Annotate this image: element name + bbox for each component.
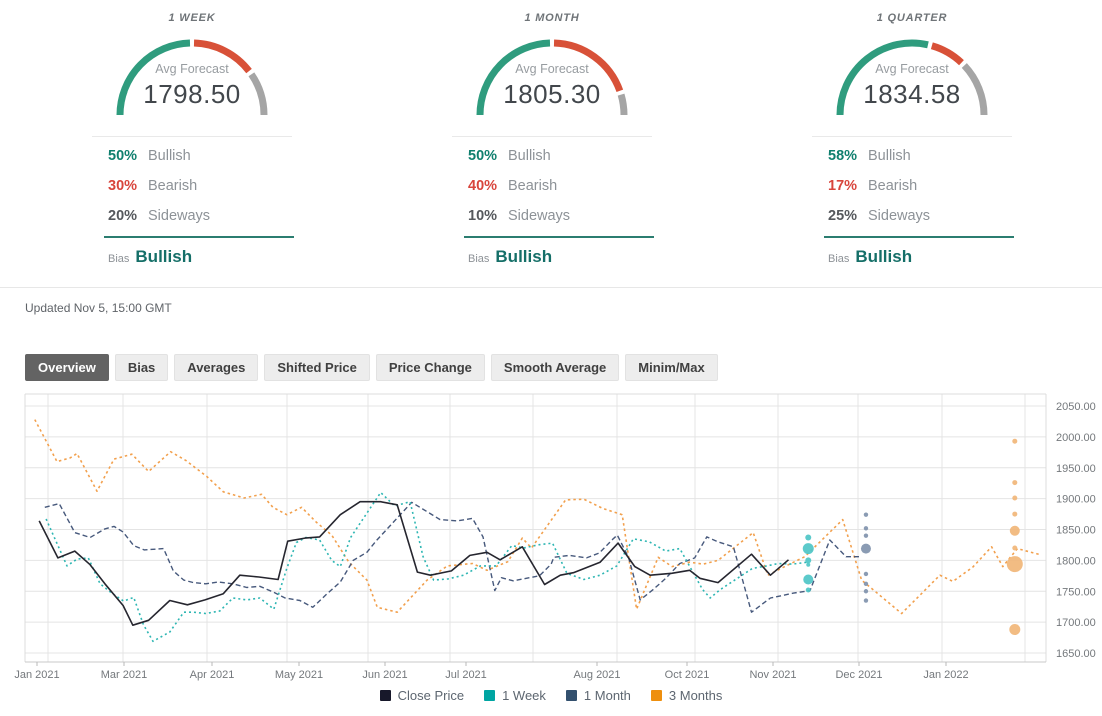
tab-overview[interactable]: Overview [25, 354, 109, 381]
panel-title: 1 MONTH [524, 12, 580, 24]
svg-text:1850.00: 1850.00 [1056, 525, 1096, 537]
avg-forecast-value: 1798.50 [143, 79, 241, 109]
divider [452, 136, 652, 137]
legend-swatch-icon [650, 690, 662, 701]
sideways-pct: 10% [468, 208, 498, 224]
bearish-pct: 40% [468, 178, 498, 194]
bias-row: Bias Bullish [468, 247, 552, 267]
forecast-panel-1week: 1 WEEK Avg Forecast 1798.50 50% Bullish 3… [12, 0, 372, 287]
svg-text:Mar 2021: Mar 2021 [101, 669, 147, 681]
avg-forecast-label: Avg Forecast [875, 62, 949, 76]
divider [0, 287, 1102, 288]
svg-text:Jul 2021: Jul 2021 [445, 669, 487, 681]
bullish-row: 50% Bullish [108, 146, 328, 166]
bullish-pct: 50% [108, 148, 138, 164]
panel-title: 1 QUARTER [876, 12, 948, 24]
svg-text:Jun 2021: Jun 2021 [362, 669, 407, 681]
bias-value: Bullish [855, 247, 913, 266]
tab-shifted-price[interactable]: Shifted Price [264, 354, 370, 381]
svg-text:Nov 2021: Nov 2021 [749, 669, 796, 681]
bias-row: Bias Bullish [828, 247, 912, 267]
svg-text:1950.00: 1950.00 [1056, 463, 1096, 475]
sideways-pct: 20% [108, 208, 138, 224]
svg-text:May 2021: May 2021 [275, 669, 323, 681]
teal-underline [824, 236, 1014, 238]
svg-text:Aug 2021: Aug 2021 [573, 669, 620, 681]
tab-smooth-average[interactable]: Smooth Average [490, 354, 620, 381]
legend-swatch-icon [484, 690, 496, 701]
sideways-row: 20% Sideways [108, 206, 328, 226]
svg-text:1900.00: 1900.00 [1056, 494, 1096, 506]
bearish-label: Bearish [148, 178, 198, 194]
tab-price-change[interactable]: Price Change [375, 354, 485, 381]
sideways-label: Sideways [508, 208, 571, 224]
avg-forecast-label: Avg Forecast [155, 62, 229, 76]
svg-text:Jan 2022: Jan 2022 [923, 669, 968, 681]
bias-label: Bias [108, 253, 130, 265]
legend-label: 1 Month [583, 688, 631, 703]
tab-bias[interactable]: Bias [114, 354, 169, 381]
legend-swatch-icon [565, 690, 577, 701]
forecast-poll-widget: 1 WEEK Avg Forecast 1798.50 50% Bullish 3… [0, 0, 1102, 716]
bullish-pct: 50% [468, 148, 498, 164]
tab-averages[interactable]: Averages [174, 354, 259, 381]
svg-text:Apr 2021: Apr 2021 [190, 669, 235, 681]
bias-value: Bullish [495, 247, 553, 266]
legend-item-3-months: 3 Months [650, 688, 723, 703]
bias-label: Bias [828, 253, 850, 265]
forecast-panel-1quarter: 1 QUARTER Avg Forecast 1834.58 58% Bullis… [732, 0, 1092, 287]
svg-text:2050.00: 2050.00 [1056, 401, 1096, 413]
sideways-label: Sideways [868, 208, 931, 224]
avg-forecast-value: 1805.30 [503, 79, 601, 109]
bullish-row: 50% Bullish [468, 146, 688, 166]
tab-minim-max[interactable]: Minim/Max [625, 354, 718, 381]
chart-legend: Close Price 1 Week 1 Month 3 Months [0, 688, 1102, 703]
legend-label: 1 Week [502, 688, 546, 703]
legend-item-close-price: Close Price [379, 688, 465, 703]
bias-value: Bullish [135, 247, 193, 266]
avg-forecast-value: 1834.58 [863, 79, 961, 109]
svg-text:1800.00: 1800.00 [1056, 555, 1096, 567]
legend-swatch-icon [379, 690, 391, 701]
chart-tabs: Overview Bias Averages Shifted Price Price C… [25, 354, 718, 381]
updated-timestamp: Updated Nov 5, 15:00 GMT [25, 301, 172, 315]
forecast-chart: 1650.00 1700.00 1750.00 1800.00 1850.00 1900.… [14, 393, 1096, 681]
bullish-row: 58% Bullish [828, 146, 1048, 166]
bearish-label: Bearish [508, 178, 558, 194]
bearish-row: 17% Bearish [828, 176, 1048, 196]
bullish-label: Bullish [508, 148, 551, 164]
bearish-pct: 17% [828, 178, 858, 194]
bearish-row: 30% Bearish [108, 176, 328, 196]
panel-title: 1 WEEK [168, 12, 216, 24]
bullish-pct: 58% [828, 148, 858, 164]
sideways-row: 10% Sideways [468, 206, 688, 226]
bearish-pct: 30% [108, 178, 138, 194]
bias-label: Bias [468, 253, 490, 265]
bearish-row: 40% Bearish [468, 176, 688, 196]
svg-text:2000.00: 2000.00 [1056, 432, 1096, 444]
bullish-label: Bullish [148, 148, 191, 164]
avg-forecast-label: Avg Forecast [515, 62, 589, 76]
divider [812, 136, 1012, 137]
svg-text:Jan 2021: Jan 2021 [14, 669, 59, 681]
divider [92, 136, 292, 137]
teal-underline [104, 236, 294, 238]
svg-text:1700.00: 1700.00 [1056, 617, 1096, 629]
legend-label: Close Price [397, 688, 465, 703]
sideways-pct: 25% [828, 208, 858, 224]
svg-text:Dec 2021: Dec 2021 [835, 669, 882, 681]
sideways-row: 25% Sideways [828, 206, 1048, 226]
bias-row: Bias Bullish [108, 247, 192, 267]
bearish-label: Bearish [868, 178, 918, 194]
svg-text:1750.00: 1750.00 [1056, 586, 1096, 598]
forecast-panel-1month: 1 MONTH Avg Forecast 1805.30 50% Bullish … [372, 0, 732, 287]
svg-text:Oct 2021: Oct 2021 [665, 669, 710, 681]
legend-item-1-month: 1 Month [565, 688, 631, 703]
legend-item-1-week: 1 Week [484, 688, 546, 703]
teal-underline [464, 236, 654, 238]
svg-text:1650.00: 1650.00 [1056, 648, 1096, 660]
legend-label: 3 Months [668, 688, 723, 703]
sideways-label: Sideways [148, 208, 211, 224]
bullish-label: Bullish [868, 148, 911, 164]
